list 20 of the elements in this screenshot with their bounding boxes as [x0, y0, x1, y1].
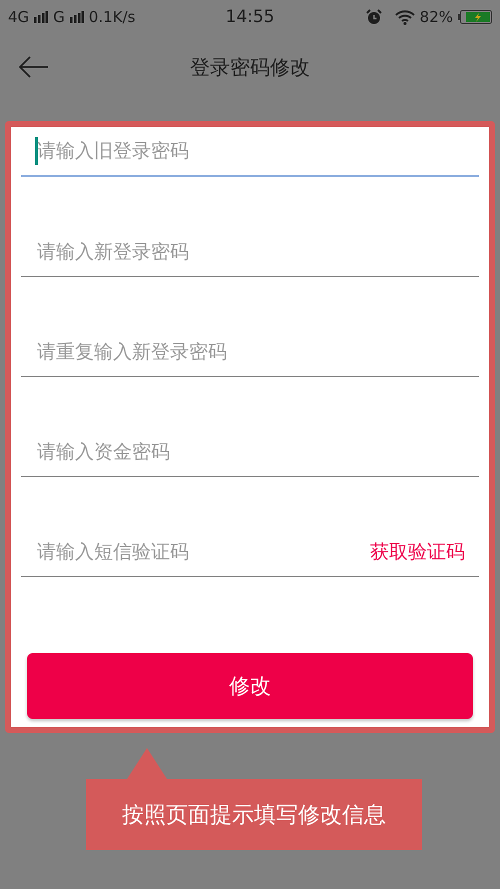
- input-field[interactable]: 请重复输入新登录密码: [21, 332, 479, 372]
- wifi-icon: [394, 10, 415, 24]
- battery-percent: 82%: [420, 8, 453, 26]
- input-field[interactable]: 请输入新登录密码: [21, 232, 479, 272]
- network-speed: 0.1K/s: [88, 8, 136, 26]
- get-code-link[interactable]: 获取验证码: [370, 538, 479, 564]
- network-type: 4G: [8, 8, 30, 26]
- battery-icon: [458, 10, 492, 24]
- callout-pointer: [127, 748, 167, 779]
- back-arrow-icon[interactable]: [19, 56, 49, 78]
- network-type: G: [53, 8, 65, 26]
- input-field[interactable]: 请输入资金密码: [21, 432, 479, 472]
- input-field[interactable]: 请输入短信验证码: [21, 532, 370, 572]
- alarm-icon: [366, 9, 382, 25]
- submit-button[interactable]: 修改: [27, 653, 473, 719]
- signal-icon: [70, 11, 84, 23]
- input-field[interactable]: 请输入旧登录密码: [21, 131, 479, 171]
- clock-time: 14:55: [226, 7, 274, 27]
- page-title: 登录密码修改: [190, 54, 310, 80]
- signal-icon: [34, 11, 48, 23]
